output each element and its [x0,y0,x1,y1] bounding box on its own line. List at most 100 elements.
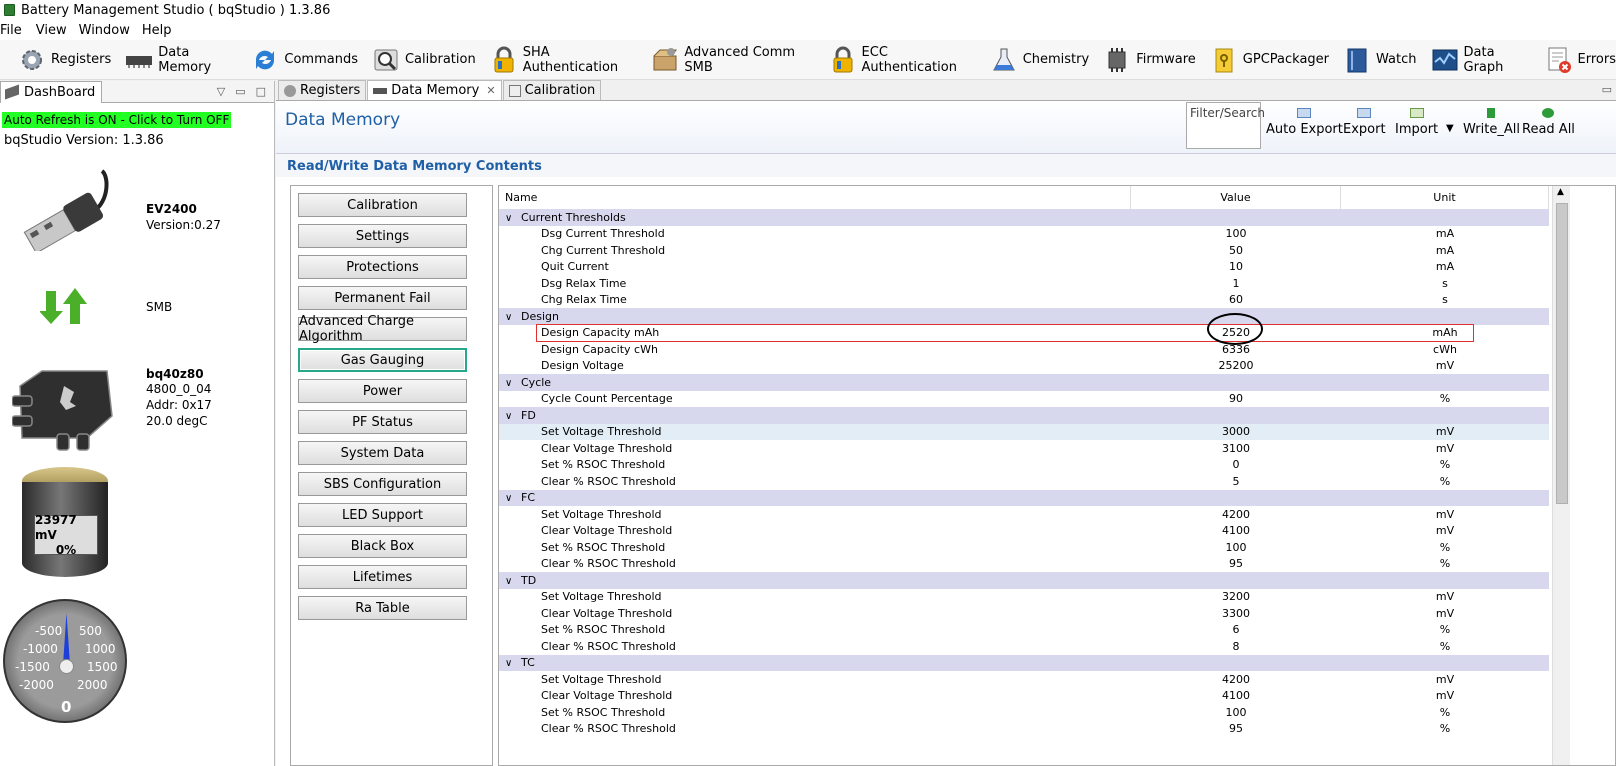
tab-registers[interactable]: Registers [278,80,367,100]
value-cell[interactable]: 100 [1131,706,1341,719]
category-led-support-button[interactable]: LED Support [298,503,467,527]
value-cell[interactable]: 95 [1131,557,1341,570]
value-cell[interactable]: 95 [1131,722,1341,735]
toolbar-watch-button[interactable]: Watch [1343,42,1417,78]
table-row[interactable]: Quit Current 10 mA [499,259,1549,276]
table-row[interactable]: Chg Relax Time 60 s [499,292,1549,309]
menu-file[interactable]: File [0,23,30,38]
table-row[interactable]: Set % RSOC Threshold 0% [499,457,1549,474]
toolbar-calibration-button[interactable]: Calibration [372,42,476,78]
chevron-down-icon[interactable]: ∨ [505,213,515,224]
value-cell[interactable]: 50 [1131,244,1341,257]
close-icon[interactable]: ✕ [486,84,495,97]
chevron-down-icon[interactable]: ∨ [505,312,515,323]
import-dropdown-icon[interactable]: ▼ [1446,123,1454,134]
column-header-unit[interactable]: Unit [1341,186,1549,209]
toolbar-data-graph-button[interactable]: Data Graph [1431,42,1531,78]
toolbar-ecc-authentication-button[interactable]: ECC Authentication [829,42,976,78]
view-menu-icon[interactable]: ▽ [217,85,225,98]
category-calibration-button[interactable]: Calibration [298,193,467,217]
value-cell[interactable]: 3300 [1131,607,1341,620]
table-row[interactable]: Clear % RSOC Threshold 95% [499,721,1549,738]
column-header-name[interactable]: Name [499,186,1131,209]
table-row[interactable]: Chg Current Threshold 50 mA [499,242,1549,259]
tab-calibration[interactable]: Calibration [502,80,602,100]
value-cell[interactable]: 3200 [1131,590,1341,603]
value-cell[interactable]: 100 [1131,541,1341,554]
menu-view[interactable]: View [36,23,75,38]
group-row[interactable]: ∨ Current Thresholds [499,209,1549,226]
maximize-icon[interactable]: □ [256,85,266,98]
column-header-value[interactable]: Value [1131,186,1341,209]
table-row[interactable]: Set Voltage Threshold 4200 mV [499,671,1549,688]
group-row[interactable]: ∨ TC [499,654,1549,671]
value-cell[interactable]: 60 [1131,293,1341,306]
value-cell[interactable]: 1 [1131,277,1341,290]
table-row[interactable]: Clear % RSOC Threshold 5% [499,473,1549,490]
tab-data-memory[interactable]: Data Memory ✕ [367,80,502,100]
value-cell[interactable]: 5 [1131,475,1341,488]
minimize-icon[interactable]: ▭ [1602,83,1612,96]
group-row[interactable]: ∨ Cycle [499,374,1549,391]
export-button[interactable]: Export [1343,108,1386,137]
toolbar-sha-authentication-button[interactable]: SHA Authentication [490,42,638,78]
filter-search-input[interactable]: Filter/Search [1186,102,1265,149]
table-row[interactable]: Clear Voltage Threshold 4100 mV [499,688,1549,705]
read-all-button[interactable]: Read All [1522,108,1575,137]
category-power-button[interactable]: Power [298,379,467,403]
table-row[interactable]: Design Voltage 25200 mV [499,358,1549,375]
value-cell[interactable]: 10 [1131,260,1341,273]
value-cell[interactable]: 90 [1131,392,1341,405]
table-row[interactable]: Dsg Current Threshold 100 mA [499,226,1549,243]
auto-refresh-toggle[interactable]: Auto Refresh is ON - Click to Turn OFF [2,112,232,128]
value-cell[interactable]: 4200 [1131,508,1341,521]
table-row[interactable]: Clear % RSOC Threshold 95% [499,556,1549,573]
table-row[interactable]: Set Voltage Threshold 4200 mV [499,506,1549,523]
table-row[interactable]: Design Capacity cWh 6336 cWh [499,341,1549,358]
chevron-down-icon[interactable]: ∨ [505,658,515,669]
table-row[interactable]: Clear Voltage Threshold 4100 mV [499,523,1549,540]
category-permanent-fail-button[interactable]: Permanent Fail [298,286,467,310]
value-cell[interactable]: 25200 [1131,359,1341,372]
scroll-up-icon[interactable]: ▲ [1557,187,1564,197]
value-cell[interactable]: 4100 [1131,689,1341,702]
category-settings-button[interactable]: Settings [298,224,467,248]
table-row[interactable]: Dsg Relax Time 1 s [499,275,1549,292]
table-row[interactable]: Set % RSOC Threshold 6% [499,622,1549,639]
category-gas-gauging-button[interactable]: Gas Gauging [298,348,467,372]
write-all-button[interactable]: Write_All [1463,108,1520,137]
group-row[interactable]: ∨ Design [499,308,1549,325]
chevron-down-icon[interactable]: ∨ [505,576,515,587]
table-row[interactable]: Set Voltage Threshold 3000 mV [499,423,1549,440]
value-cell[interactable]: 8 [1131,640,1341,653]
table-row[interactable]: Set % RSOC Threshold 100% [499,539,1549,556]
toolbar-chemistry-button[interactable]: Chemistry [990,42,1089,78]
category-ra-table-button[interactable]: Ra Table [298,596,467,620]
auto-export-button[interactable]: Auto Export [1266,108,1343,137]
value-cell[interactable]: 4100 [1131,524,1341,537]
toolbar-gpcpackager-button[interactable]: GPCPackager [1210,42,1329,78]
category-pf-status-button[interactable]: PF Status [298,410,467,434]
group-row[interactable]: ∨ FD [499,407,1549,424]
scrollbar-thumb[interactable] [1556,203,1568,504]
value-cell[interactable]: 3000 [1131,425,1341,438]
table-row[interactable]: Set Voltage Threshold 3200 mV [499,589,1549,606]
category-advanced-charge-algorithm-button[interactable]: Advanced Charge Algorithm [298,314,467,344]
chevron-down-icon[interactable]: ∨ [505,493,515,504]
value-cell[interactable]: 0 [1131,458,1341,471]
chevron-down-icon[interactable]: ∨ [505,411,515,422]
category-protections-button[interactable]: Protections [298,255,467,279]
tab-dashboard[interactable]: DashBoard [0,80,103,103]
category-sbs-configuration-button[interactable]: SBS Configuration [298,472,467,496]
category-system-data-button[interactable]: System Data [298,441,467,465]
menu-window[interactable]: Window [79,23,138,38]
chevron-down-icon[interactable]: ∨ [505,378,515,389]
toolbar-firmware-button[interactable]: Firmware [1103,42,1196,78]
toolbar-errors-button[interactable]: Errors [1545,42,1616,78]
toolbar-registers-button[interactable]: Registers [18,42,111,78]
vertical-scrollbar[interactable]: ▲ [1552,186,1570,765]
value-cell[interactable]: 100 [1131,227,1341,240]
value-cell[interactable]: 6 [1131,623,1341,636]
toolbar-advanced-comm-smb-button[interactable]: Advanced Comm SMB [651,42,814,78]
menu-help[interactable]: Help [142,23,180,38]
